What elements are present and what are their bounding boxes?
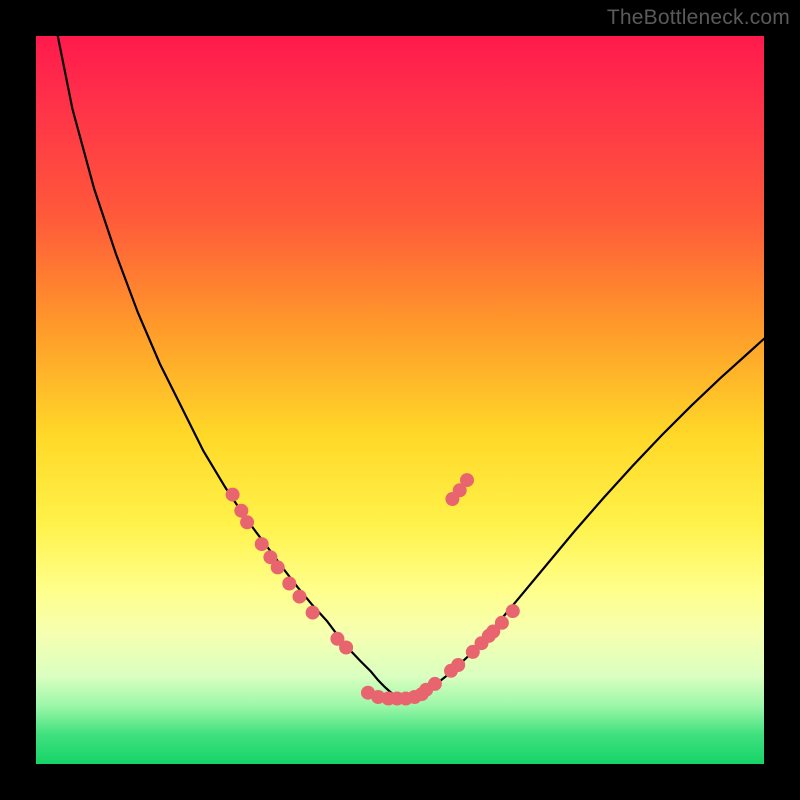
- curve-marker: [451, 658, 465, 672]
- curve-marker: [460, 473, 474, 487]
- curve-marker: [428, 677, 442, 691]
- plot-area: [36, 36, 764, 764]
- curve-marker: [271, 560, 285, 574]
- curve-marker: [282, 577, 296, 591]
- curve-marker: [495, 616, 509, 630]
- bottleneck-curve-svg: [36, 36, 764, 764]
- curve-marker: [293, 590, 307, 604]
- curve-markers: [226, 473, 520, 705]
- curve-marker: [240, 515, 254, 529]
- curve-marker: [255, 537, 269, 551]
- curve-marker: [339, 641, 353, 655]
- curve-marker: [506, 604, 520, 618]
- bottleneck-curve-path: [58, 36, 764, 699]
- curve-marker: [306, 606, 320, 620]
- outer-frame: TheBottleneck.com: [0, 0, 800, 800]
- curve-marker: [226, 488, 240, 502]
- watermark-text: TheBottleneck.com: [607, 6, 790, 30]
